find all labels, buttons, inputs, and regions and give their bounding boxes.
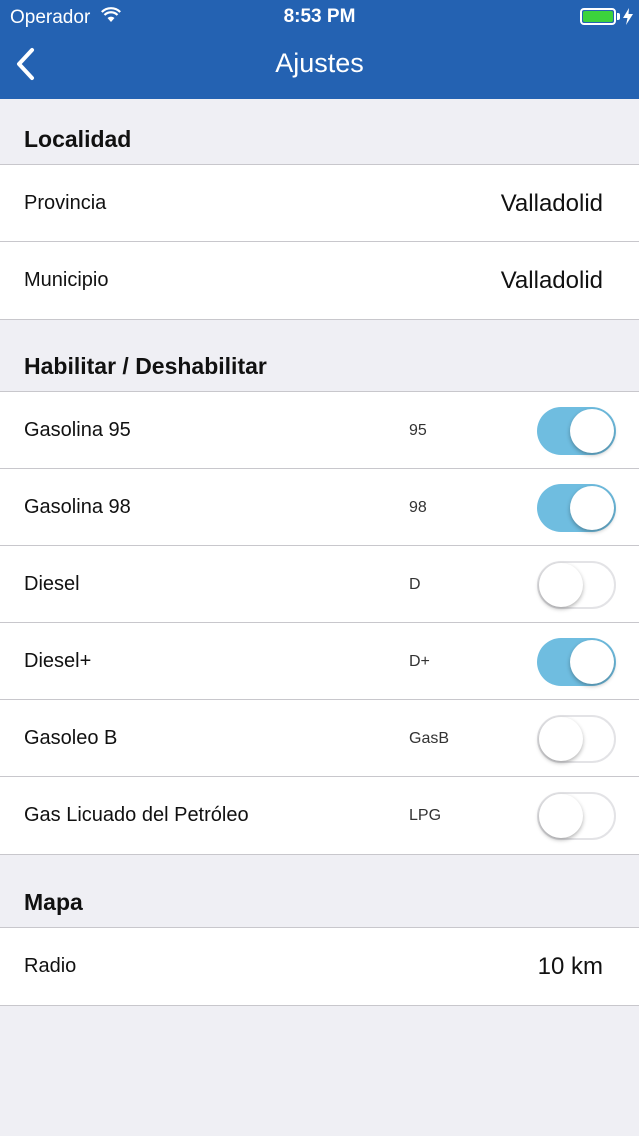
toggle-knob xyxy=(539,794,583,838)
municipality-value: Valladolid xyxy=(500,267,603,294)
battery-icon xyxy=(580,8,616,25)
fuel-row-diesel-plus: Diesel+ D+ xyxy=(0,623,639,700)
fuel-row-gasolina-95: Gasolina 95 95 xyxy=(0,392,639,469)
toggle-knob xyxy=(539,717,583,761)
fuel-label: Gasoleo B xyxy=(24,727,118,749)
location-group: Provincia Valladolid Municipio Valladoli… xyxy=(0,164,639,320)
section-header-map: Mapa xyxy=(24,889,83,915)
fuel-toggle-gasolina-98[interactable] xyxy=(537,484,616,532)
fuel-toggle-gasolina-95[interactable] xyxy=(537,407,616,455)
fuel-label: Diesel+ xyxy=(24,650,92,672)
section-header-fuels: Habilitar / Deshabilitar xyxy=(24,353,267,379)
fuel-row-lpg: Gas Licuado del Petróleo LPG xyxy=(0,777,639,854)
battery-tip xyxy=(617,13,620,20)
charging-bolt-icon xyxy=(623,8,633,25)
fuels-group: Gasolina 95 95 Gasolina 98 98 Diesel D D… xyxy=(0,391,639,855)
fuel-label: Gasolina 95 xyxy=(24,419,131,441)
fuel-label: Gas Licuado del Petróleo xyxy=(24,804,249,826)
radius-value: 10 km xyxy=(537,953,603,980)
fuel-toggle-diesel[interactable] xyxy=(537,561,616,609)
radius-label: Radio xyxy=(24,955,77,977)
fuel-row-gasoleo-b: Gasoleo B GasB xyxy=(0,700,639,777)
top-bar: Operador 8:53 PM Ajustes xyxy=(0,0,639,99)
section-header-location: Localidad xyxy=(24,126,132,152)
toggle-knob xyxy=(539,563,583,607)
province-label: Provincia xyxy=(24,192,107,214)
fuel-code: D xyxy=(409,576,421,593)
province-row[interactable]: Provincia Valladolid xyxy=(0,165,639,242)
fuel-code: D+ xyxy=(409,653,430,670)
fuel-toggle-lpg[interactable] xyxy=(537,792,616,840)
province-value: Valladolid xyxy=(500,190,603,217)
municipality-row[interactable]: Municipio Valladolid xyxy=(0,242,639,319)
page-title: Ajustes xyxy=(275,48,364,78)
toggle-knob xyxy=(570,486,614,530)
fuel-toggle-diesel-plus[interactable] xyxy=(537,638,616,686)
fuel-toggle-gasoleo-b[interactable] xyxy=(537,715,616,763)
navigation-bar: Ajustes xyxy=(0,34,639,99)
municipality-label: Municipio xyxy=(24,269,109,291)
radius-row[interactable]: Radio 10 km xyxy=(0,928,639,1005)
fuel-label: Gasolina 98 xyxy=(24,496,131,518)
fuel-code: 95 xyxy=(409,422,427,439)
toggle-knob xyxy=(570,640,614,684)
map-group: Radio 10 km xyxy=(0,927,639,1006)
clock: 8:53 PM xyxy=(283,6,356,27)
fuel-code: LPG xyxy=(409,807,442,824)
fuel-code: GasB xyxy=(409,730,450,747)
toggle-knob xyxy=(570,409,614,453)
fuel-row-diesel: Diesel D xyxy=(0,546,639,623)
fuel-label: Diesel xyxy=(24,573,80,595)
status-bar: Operador 8:53 PM xyxy=(0,0,639,34)
fuel-row-gasolina-98: Gasolina 98 98 xyxy=(0,469,639,546)
battery-level xyxy=(583,11,613,22)
fuel-code: 98 xyxy=(409,499,427,516)
